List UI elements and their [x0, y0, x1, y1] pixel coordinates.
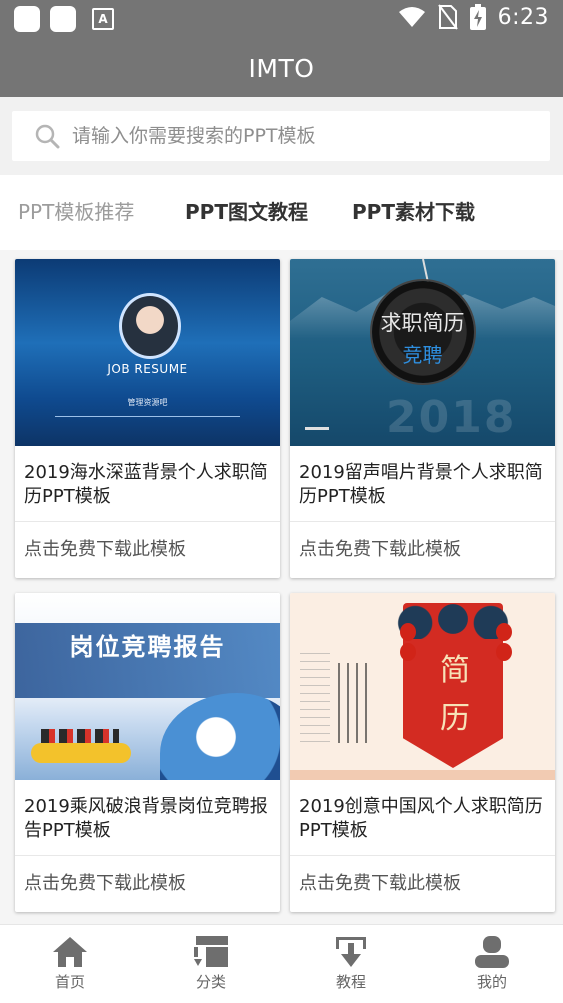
bottom-navigation: 首页 分类 教程 我的	[0, 924, 563, 1003]
tab-ppt-tutorial[interactable]: PPT图文教程	[185, 175, 308, 250]
template-card[interactable]: 简 历 2019创意中国风个人求职简历PPT模板 点击免费下载此模板	[290, 593, 555, 912]
nav-home-label: 首页	[54, 973, 85, 991]
clock: 6:23	[497, 4, 549, 30]
template-title[interactable]: 2019留声唱片背景个人求职简历PPT模板	[290, 446, 555, 510]
thumbnail-subheading: 历	[440, 701, 470, 736]
nav-profile-label: 我的	[476, 973, 507, 991]
thumbnail-heading: 简	[440, 653, 470, 688]
thumbnail-subheading: 竞聘	[402, 343, 443, 367]
status-bar: A 6:23	[0, 0, 563, 40]
keyboard-icon: A	[92, 8, 114, 30]
template-thumbnail[interactable]: 求职简历 竞聘 2018	[290, 259, 555, 446]
search-icon	[34, 123, 60, 149]
notification-icons: A	[14, 6, 114, 32]
template-card[interactable]: 求职简历 竞聘 2018 2019留声唱片背景个人求职简历PPT模板 点击免费下…	[290, 259, 555, 578]
search-input[interactable]	[70, 124, 534, 148]
template-thumbnail[interactable]: 简 历	[290, 593, 555, 780]
thumbnail-heading: 求职简历	[380, 311, 465, 335]
portrait-image	[119, 293, 181, 359]
search-section	[0, 97, 563, 175]
template-card[interactable]: JOB RESUME 管理资源吧 2019海水深蓝背景个人求职简历PPT模板 点…	[15, 259, 280, 578]
notification-icon	[50, 6, 76, 32]
template-title[interactable]: 2019海水深蓝背景个人求职简历PPT模板	[15, 446, 280, 510]
tab-ppt-material-download[interactable]: PPT素材下载	[352, 175, 475, 250]
tutorial-icon	[336, 937, 366, 967]
nav-category-label: 分类	[195, 973, 226, 991]
raft-graphic	[31, 743, 131, 763]
template-thumbnail[interactable]: JOB RESUME 管理资源吧	[15, 259, 280, 446]
download-link[interactable]: 点击免费下载此模板	[290, 856, 555, 912]
notification-icon	[14, 6, 40, 32]
lantern-icon	[496, 623, 512, 641]
wifi-icon	[398, 7, 425, 27]
divider	[55, 416, 240, 417]
nav-profile[interactable]: 我的	[452, 925, 532, 1003]
category-icon	[194, 936, 228, 967]
template-title[interactable]: 2019乘风破浪背景岗位竞聘报告PPT模板	[15, 780, 280, 844]
thumbnail-heading: 岗位竞聘报告	[69, 633, 226, 661]
nav-home[interactable]: 首页	[30, 925, 110, 1003]
home-icon	[53, 937, 87, 967]
thumbnail-heading: JOB RESUME	[107, 362, 188, 376]
template-card[interactable]: 岗位竞聘报告 2019乘风破浪背景岗位竞聘报告PPT模板 点击免费下载此模板	[15, 593, 280, 912]
app-title: IMTO	[248, 54, 315, 83]
nav-tutorial-label: 教程	[335, 973, 366, 991]
battery-charging-icon	[469, 4, 486, 30]
tab-ppt-template-recommend[interactable]: PPT模板推荐	[18, 175, 134, 250]
template-grid: JOB RESUME 管理资源吧 2019海水深蓝背景个人求职简历PPT模板 点…	[0, 250, 563, 924]
lantern-icon	[400, 623, 416, 641]
thumbnail-subheading: 管理资源吧	[127, 398, 168, 407]
template-title[interactable]: 2019创意中国风个人求职简历PPT模板	[290, 780, 555, 844]
search-bar[interactable]	[12, 111, 550, 161]
download-link[interactable]: 点击免费下载此模板	[290, 522, 555, 578]
floor-band	[290, 770, 555, 780]
nav-tutorial[interactable]: 教程	[311, 925, 391, 1003]
thumbnail-year: 2018	[386, 392, 517, 443]
wave-graphic	[160, 693, 280, 780]
template-thumbnail[interactable]: 岗位竞聘报告	[15, 593, 280, 780]
category-tabs: PPT模板推荐 PPT图文教程 PPT素材下载	[0, 175, 563, 250]
app-bar: IMTO	[0, 40, 563, 97]
system-status: 6:23	[398, 4, 549, 30]
user-icon	[475, 936, 509, 968]
decorative-bar	[305, 427, 329, 430]
download-link[interactable]: 点击免费下载此模板	[15, 522, 280, 578]
nav-category[interactable]: 分类	[171, 925, 251, 1003]
download-link[interactable]: 点击免费下载此模板	[15, 856, 280, 912]
no-sim-icon	[437, 4, 458, 30]
